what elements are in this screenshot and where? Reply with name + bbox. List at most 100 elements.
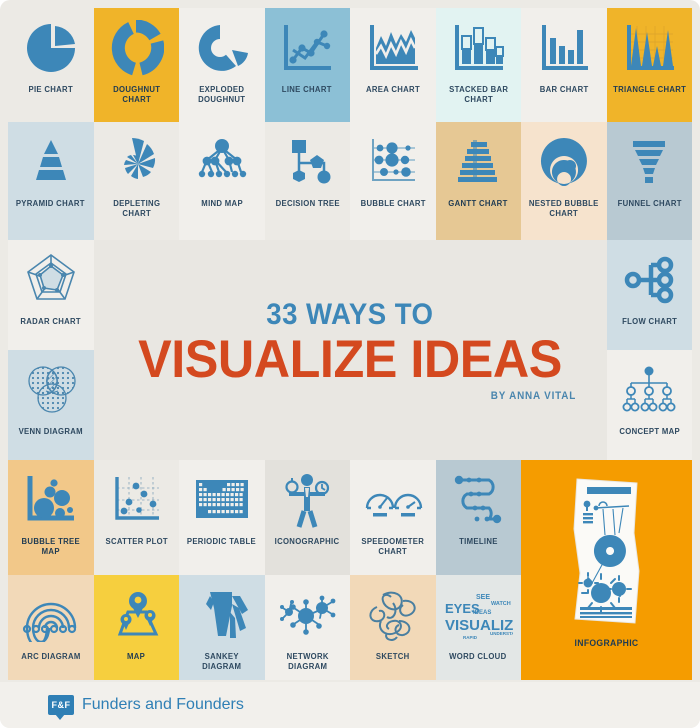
cell-bubble-chart[interactable]: BUBBLE CHART bbox=[350, 122, 436, 240]
cell-network-diagram[interactable]: NETWORK DIAGRAM bbox=[264, 575, 350, 680]
exploded-doughnut-icon bbox=[179, 17, 265, 79]
cell-infographic[interactable]: INFOGRAPHIC bbox=[521, 460, 692, 680]
timeline-icon bbox=[436, 469, 522, 531]
cell-iconographic[interactable]: ICONOGRAPHIC bbox=[264, 460, 351, 575]
doughnut-chart-icon bbox=[94, 17, 180, 79]
cell-timeline[interactable]: TIMELINE bbox=[435, 460, 522, 575]
bubble-chart-icon bbox=[350, 131, 436, 193]
cell-nested-bubble-chart[interactable]: NESTED BUBBLE CHART bbox=[521, 122, 607, 240]
cell-bar-chart[interactable]: BAR CHART bbox=[521, 8, 607, 122]
sketch-icon bbox=[350, 584, 436, 646]
word-cloud-icon: EYES SEE WATCH IDEAS VISUALIZE UNDERSTAN… bbox=[436, 584, 522, 646]
title-line-1: 33 WAYS TO bbox=[266, 298, 434, 332]
cell-scatter-plot[interactable]: SCATTER PLOT bbox=[93, 460, 180, 575]
decision-tree-icon bbox=[265, 131, 351, 193]
logo-text: F&F bbox=[51, 700, 71, 710]
map-icon bbox=[94, 584, 180, 646]
cell-radar-chart[interactable]: RADAR CHART bbox=[8, 240, 94, 350]
funnel-chart-icon bbox=[607, 131, 693, 193]
cell-label: LINE CHART bbox=[282, 84, 333, 94]
concept-map-icon bbox=[607, 359, 693, 421]
funders-and-founders-logo-icon: F&F bbox=[48, 695, 74, 720]
cell-word-cloud[interactable]: EYES SEE WATCH IDEAS VISUALIZE UNDERSTAN… bbox=[435, 575, 522, 680]
cell-triangle-chart[interactable]: TRIANGLE CHART bbox=[606, 8, 693, 122]
cell-label: NETWORK DIAGRAM bbox=[286, 651, 329, 672]
svg-text:IDEAS: IDEAS bbox=[473, 610, 491, 616]
cell-map[interactable]: MAP bbox=[93, 575, 180, 680]
cell-speedometer-chart[interactable]: SPEEDOMETER CHART bbox=[350, 460, 436, 575]
line-chart-icon bbox=[265, 17, 351, 79]
cell-label: FLOW CHART bbox=[621, 316, 677, 326]
cell-arc-diagram[interactable]: ARC DIAGRAM bbox=[8, 575, 94, 680]
cell-label: PYRAMID CHART bbox=[16, 198, 86, 208]
mind-map-icon bbox=[179, 131, 265, 193]
cell-label: STACKED BAR CHART bbox=[448, 84, 508, 105]
svg-text:UNDERSTAND: UNDERSTAND bbox=[490, 631, 513, 636]
cell-sankey-diagram[interactable]: SANKEY DIAGRAM bbox=[179, 575, 265, 680]
cell-label: TRIANGLE CHART bbox=[612, 84, 686, 94]
triangle-chart-icon bbox=[607, 17, 693, 79]
svg-text:RAPID: RAPID bbox=[463, 635, 478, 640]
cell-periodic-table[interactable]: PERIODIC TABLE bbox=[179, 460, 265, 575]
cell-label: SCATTER PLOT bbox=[104, 536, 168, 546]
cell-label: CONCEPT MAP bbox=[618, 426, 680, 436]
cell-label: SPEEDOMETER CHART bbox=[361, 536, 425, 557]
svg-text:WATCH: WATCH bbox=[491, 601, 511, 607]
cell-label: AREA CHART bbox=[365, 84, 420, 94]
cell-label: TIMELINE bbox=[458, 536, 498, 546]
depleting-chart-icon bbox=[94, 131, 180, 193]
cell-funnel-chart[interactable]: FUNNEL CHART bbox=[606, 122, 693, 240]
cell-bubble-tree-map[interactable]: BUBBLE TREE MAP bbox=[8, 460, 94, 575]
cell-label: VENN DIAGRAM bbox=[18, 426, 83, 436]
cell-label: RADAR CHART bbox=[20, 316, 82, 326]
bubble-tree-map-icon bbox=[8, 469, 94, 531]
cell-label: BAR CHART bbox=[539, 84, 589, 94]
chart-type-grid: PIE CHART DOUGHNUT CHART EXPLODED DOUGHN… bbox=[8, 8, 692, 680]
gantt-chart-icon bbox=[436, 131, 522, 193]
cell-label: SANKEY DIAGRAM bbox=[202, 651, 242, 672]
cell-decision-tree[interactable]: DECISION TREE bbox=[264, 122, 351, 240]
cell-exploded-doughnut[interactable]: EXPLODED DOUGHNUT bbox=[179, 8, 265, 122]
pyramid-chart-icon bbox=[8, 131, 94, 193]
cell-venn-diagram[interactable]: VENN DIAGRAM bbox=[8, 350, 94, 460]
cell-concept-map[interactable]: CONCEPT MAP bbox=[606, 350, 693, 460]
cell-label: PERIODIC TABLE bbox=[187, 536, 257, 546]
area-chart-icon bbox=[350, 17, 436, 79]
cell-label: SKETCH bbox=[375, 651, 410, 661]
cell-pie-chart[interactable]: PIE CHART bbox=[8, 8, 94, 122]
page-title: VISUALIZE IDEAS bbox=[138, 330, 562, 390]
scatter-plot-icon bbox=[94, 469, 180, 531]
cell-depleting-chart[interactable]: DEPLETING CHART bbox=[93, 122, 180, 240]
cell-gantt-chart[interactable]: GANTT CHART bbox=[435, 122, 522, 240]
cell-label: INFOGRAPHIC bbox=[574, 638, 639, 649]
cell-label: NESTED BUBBLE CHART bbox=[528, 198, 599, 219]
periodic-table-icon bbox=[179, 469, 265, 531]
cell-label: WORD CLOUD bbox=[449, 651, 507, 661]
cell-sketch[interactable]: SKETCH bbox=[350, 575, 436, 680]
cell-label: GANTT CHART bbox=[448, 198, 508, 208]
nested-bubble-chart-icon bbox=[521, 131, 607, 193]
iconographic-icon bbox=[265, 469, 351, 531]
cell-label: DECISION TREE bbox=[275, 198, 340, 208]
byline: BY ANNA VITAL bbox=[490, 389, 576, 402]
stacked-bar-chart-icon bbox=[436, 17, 522, 79]
radar-chart-icon bbox=[8, 249, 94, 311]
infographic-poster: PIE CHART DOUGHNUT CHART EXPLODED DOUGHN… bbox=[0, 0, 700, 728]
cell-mind-map[interactable]: MIND MAP bbox=[179, 122, 265, 240]
poster-title-block: 33 WAYS TO VISUALIZE IDEAS BY ANNA VITAL bbox=[93, 240, 607, 460]
brand-name: Funders and Founders bbox=[82, 696, 244, 713]
cell-label: BUBBLE TREE MAP bbox=[21, 536, 80, 557]
cell-stacked-bar-chart[interactable]: STACKED BAR CHART bbox=[435, 8, 522, 122]
cell-doughnut-chart[interactable]: DOUGHNUT CHART bbox=[93, 8, 180, 122]
svg-text:SEE: SEE bbox=[476, 594, 490, 601]
cell-line-chart[interactable]: LINE CHART bbox=[264, 8, 351, 122]
cell-label: FUNNEL CHART bbox=[617, 198, 682, 208]
cell-label: PIE CHART bbox=[28, 84, 74, 94]
infographic-icon bbox=[521, 472, 692, 632]
cell-label: ICONOGRAPHIC bbox=[274, 536, 340, 546]
cell-flow-chart[interactable]: FLOW CHART bbox=[606, 240, 693, 350]
cell-area-chart[interactable]: AREA CHART bbox=[350, 8, 436, 122]
cell-pyramid-chart[interactable]: PYRAMID CHART bbox=[8, 122, 94, 240]
venn-diagram-icon bbox=[8, 359, 94, 421]
flow-chart-icon bbox=[607, 249, 693, 311]
